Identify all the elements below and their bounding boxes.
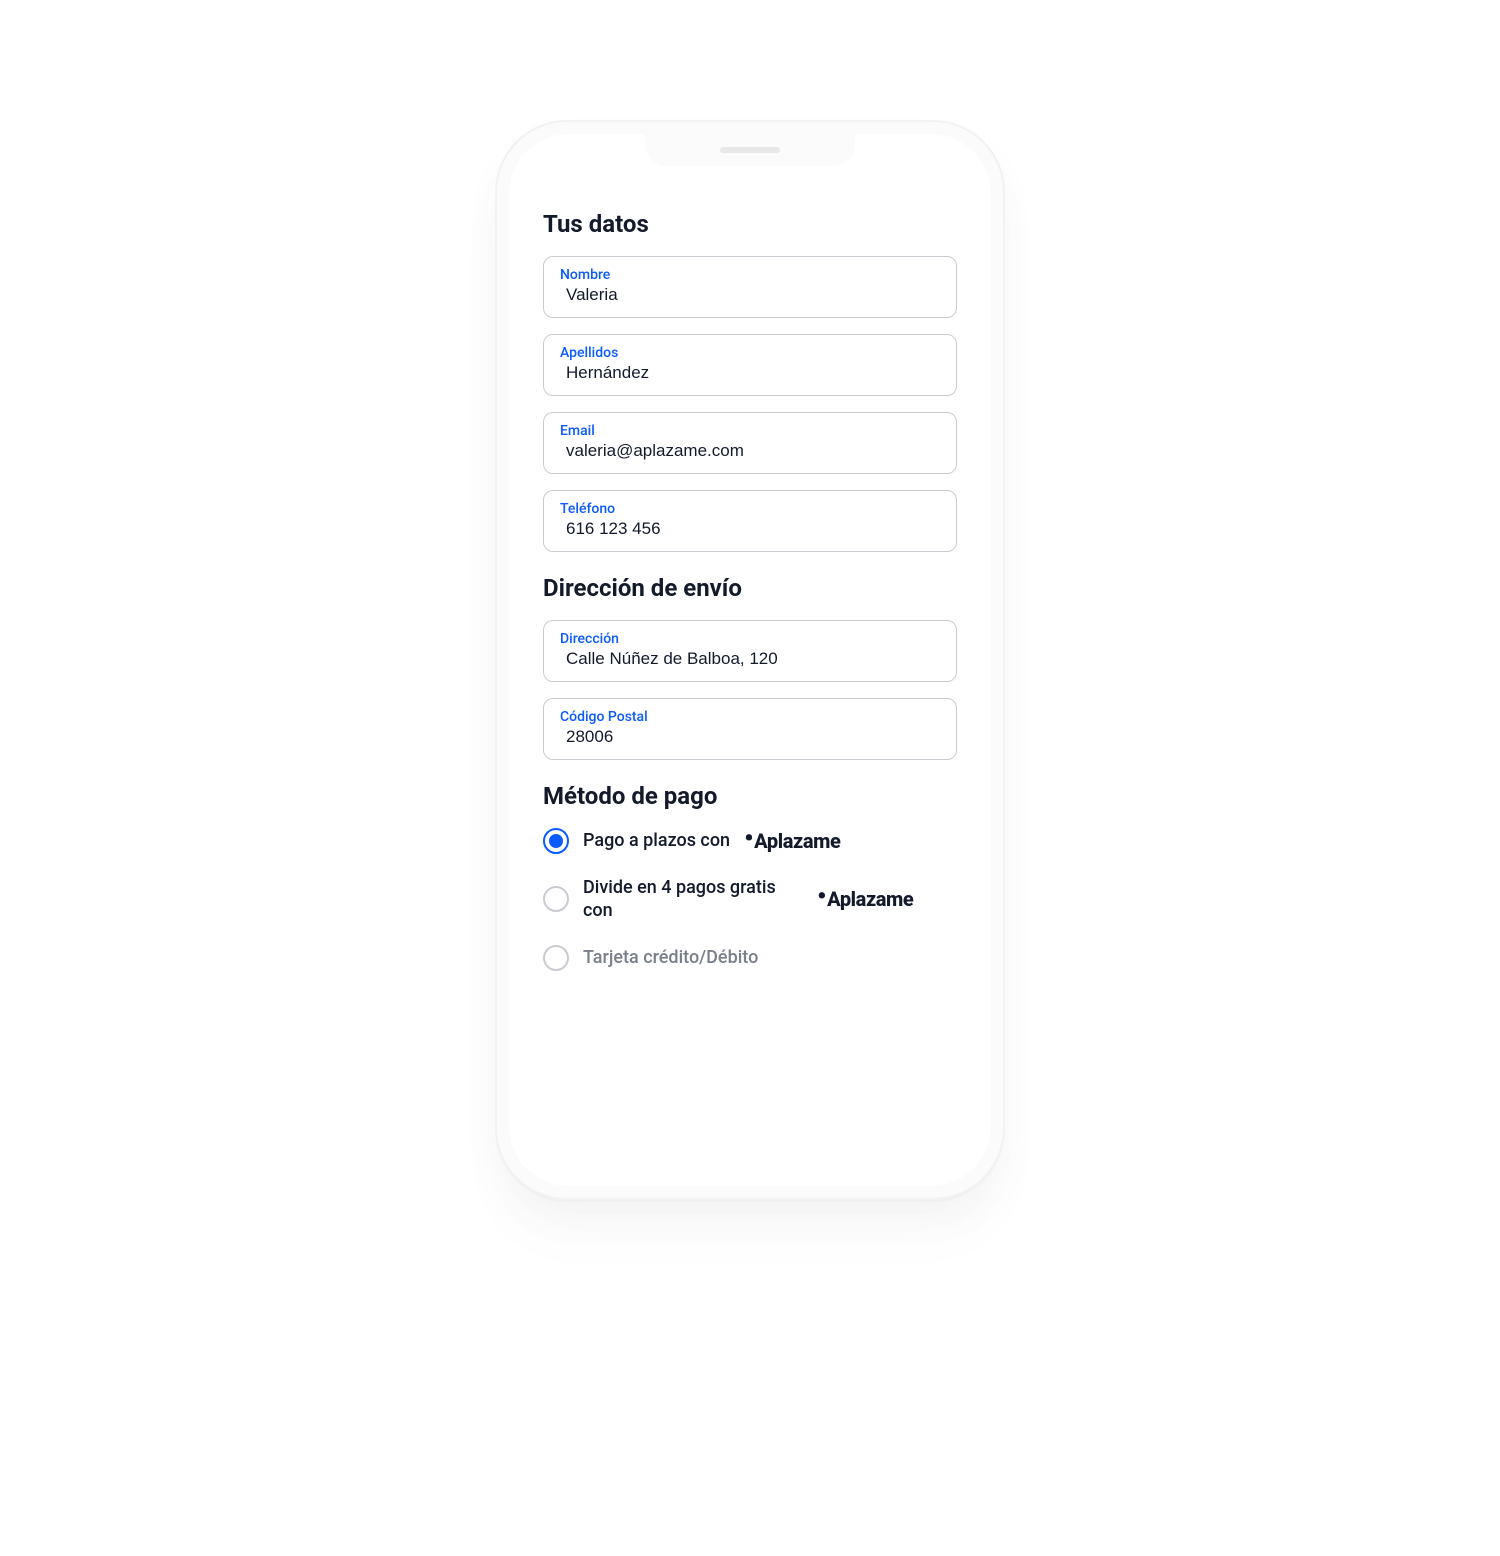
address-field[interactable]: Dirección xyxy=(543,620,957,682)
payment-option-label: Tarjeta crédito/Débito xyxy=(583,946,758,969)
phone-frame: Tus datos Nombre Apellidos Email Teléfon… xyxy=(495,120,1005,1200)
aplazame-logo: •Aplazame xyxy=(744,829,840,853)
payment-option-installments[interactable]: Pago a plazos con •Aplazame xyxy=(543,828,957,854)
surname-input[interactable] xyxy=(560,363,940,383)
payment-option-card[interactable]: Tarjeta crédito/Débito xyxy=(543,945,957,971)
surname-label: Apellidos xyxy=(560,345,940,361)
address-input[interactable] xyxy=(560,649,940,669)
payment-option-label: Divide en 4 pagos gratis con xyxy=(583,876,803,923)
radio-icon[interactable] xyxy=(543,945,569,971)
name-label: Nombre xyxy=(560,267,940,283)
postal-input[interactable] xyxy=(560,727,940,747)
aplazame-logo: •Aplazame xyxy=(817,887,913,911)
phone-input[interactable] xyxy=(560,519,940,539)
address-label: Dirección xyxy=(560,631,940,647)
name-field[interactable]: Nombre xyxy=(543,256,957,318)
phone-field[interactable]: Teléfono xyxy=(543,490,957,552)
payment-option-label: Pago a plazos con xyxy=(583,829,730,852)
email-input[interactable] xyxy=(560,441,940,461)
postal-label: Código Postal xyxy=(560,709,940,725)
payment-option-content: Divide en 4 pagos gratis con •Aplazame xyxy=(583,876,957,923)
email-field[interactable]: Email xyxy=(543,412,957,474)
phone-speaker xyxy=(720,147,780,153)
surname-field[interactable]: Apellidos xyxy=(543,334,957,396)
payment-option-content: Tarjeta crédito/Débito xyxy=(583,946,957,969)
phone-notch xyxy=(645,134,855,166)
section-title-payment: Método de pago xyxy=(543,782,957,810)
section-title-shipping: Dirección de envío xyxy=(543,574,957,602)
radio-icon[interactable] xyxy=(543,886,569,912)
phone-screen: Tus datos Nombre Apellidos Email Teléfon… xyxy=(509,134,991,1186)
name-input[interactable] xyxy=(560,285,940,305)
section-title-personal: Tus datos xyxy=(543,210,957,238)
phone-label: Teléfono xyxy=(560,501,940,517)
email-label: Email xyxy=(560,423,940,439)
payment-option-split4[interactable]: Divide en 4 pagos gratis con •Aplazame xyxy=(543,876,957,923)
payment-option-content: Pago a plazos con •Aplazame xyxy=(583,829,957,853)
postal-field[interactable]: Código Postal xyxy=(543,698,957,760)
radio-icon[interactable] xyxy=(543,828,569,854)
